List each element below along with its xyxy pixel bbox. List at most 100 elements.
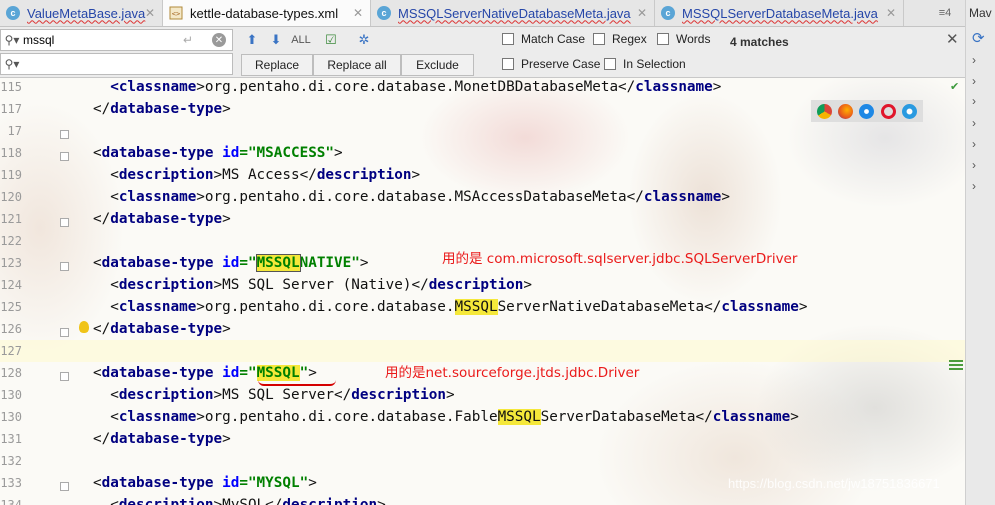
fold-marker-icon[interactable]	[60, 372, 69, 381]
code-token: >MS SQL Server</	[213, 387, 352, 403]
clear-search-icon[interactable]: ✕	[212, 33, 226, 47]
chevron-right-icon[interactable]: ›	[972, 53, 976, 67]
tab-valuemetabase[interactable]: c ValueMetaBase.java ✕	[0, 0, 163, 26]
close-tab-icon[interactable]: ✕	[886, 6, 896, 20]
code-line: <database-type id="MYSQL">	[93, 472, 317, 494]
fold-marker-icon[interactable]	[60, 482, 69, 491]
intention-bulb-icon[interactable]	[79, 321, 89, 333]
tab-mssqlservernativedatabasemeta[interactable]: c MSSQLServerNativeDatabaseMeta.java ✕	[371, 0, 655, 26]
code-token: classname	[635, 79, 713, 95]
chevron-right-icon[interactable]: ›	[972, 94, 976, 108]
replace-input[interactable]	[23, 57, 183, 71]
chevron-right-icon[interactable]: ›	[972, 158, 976, 172]
in-selection-option[interactable]: In Selection	[604, 57, 686, 71]
code-token: description	[118, 167, 214, 183]
chevron-right-icon[interactable]: ›	[972, 116, 976, 130]
fold-marker-icon[interactable]	[60, 262, 69, 271]
code-token: NATIVE"	[299, 255, 360, 271]
line-number: 123	[0, 256, 22, 270]
search-icon[interactable]: ⚲▾	[1, 57, 23, 71]
code-token: description	[428, 277, 524, 293]
tab-kettle-database-types[interactable]: <> kettle-database-types.xml ✕	[163, 0, 371, 26]
line-number: 130	[0, 410, 22, 424]
search-input[interactable]	[23, 33, 183, 47]
replace-all-button[interactable]: Replace all	[313, 54, 401, 76]
code-token: <	[93, 387, 119, 403]
code-line: <database-type id="MSACCESS">	[93, 142, 343, 164]
annotation-native-driver: 用的是 com.microsoft.sqlserver.jdbc.SQLServ…	[442, 251, 798, 267]
line-number: 122	[0, 234, 22, 248]
previous-occurrence-icon[interactable]: ⬆	[242, 30, 262, 50]
chevron-right-icon[interactable]: ›	[972, 179, 976, 193]
close-tab-icon[interactable]: ✕	[637, 6, 647, 20]
tab-label: ValueMetaBase.java	[27, 5, 146, 21]
java-class-icon: c	[661, 6, 675, 20]
in-selection-checkbox[interactable]	[604, 58, 616, 70]
java-class-icon: c	[6, 6, 20, 20]
code-token: <	[93, 189, 119, 205]
chevron-right-icon[interactable]: ›	[972, 137, 976, 151]
code-token: ="	[239, 255, 257, 271]
maven-panel-tab[interactable]: Mav	[966, 0, 995, 26]
next-occurrence-icon[interactable]: ⬇	[266, 30, 286, 50]
regex-checkbox[interactable]	[593, 33, 605, 45]
preserve-case-checkbox[interactable]	[502, 58, 514, 70]
code-token: </	[93, 431, 111, 447]
code-token: <	[93, 475, 102, 491]
safari-icon[interactable]	[859, 103, 875, 119]
fold-marker-icon[interactable]	[60, 328, 69, 337]
ie-icon[interactable]	[901, 103, 917, 119]
code-token: description	[118, 497, 214, 505]
code-token: classname	[118, 299, 197, 315]
close-tab-icon[interactable]: ✕	[353, 6, 363, 20]
search-icon[interactable]: ⚲▾	[1, 33, 23, 47]
words-checkbox[interactable]	[657, 33, 669, 45]
select-all-occurrences-icon[interactable]: ☑	[321, 30, 341, 50]
new-line-icon[interactable]: ↵	[183, 33, 201, 47]
close-find-icon[interactable]: ✕	[946, 30, 959, 48]
fold-marker-icon[interactable]	[60, 218, 69, 227]
browser-preview-toolbar	[811, 100, 923, 122]
replace-button[interactable]: Replace	[241, 54, 313, 76]
tab-label: MSSQLServerNativeDatabaseMeta.java	[398, 5, 631, 21]
code-token: MSSQL	[255, 254, 301, 272]
regex-option[interactable]: Regex	[593, 32, 647, 46]
match-marker-icon[interactable]	[949, 360, 963, 372]
find-all-icon[interactable]: ALL	[291, 30, 311, 50]
search-field: ⚲▾ ↵	[0, 29, 233, 51]
code-token: <	[93, 299, 119, 315]
filter-settings-icon[interactable]: ✲	[354, 30, 374, 50]
chrome-icon[interactable]	[817, 103, 833, 119]
code-token: MSSQL	[256, 365, 300, 381]
words-option[interactable]: Words	[657, 32, 710, 46]
code-editor[interactable]: 115 <classname>org.pentaho.di.core.datab…	[0, 78, 965, 505]
line-number: 118	[0, 146, 22, 160]
line-number: 124	[0, 278, 22, 292]
current-line-highlight	[0, 340, 965, 362]
xml-file-icon: <>	[169, 6, 183, 20]
opera-icon[interactable]	[880, 103, 896, 119]
line-number: 132	[0, 454, 22, 468]
exclude-button[interactable]: Exclude	[401, 54, 474, 76]
match-case-option[interactable]: Match Case	[502, 32, 585, 46]
firefox-icon[interactable]	[838, 103, 854, 119]
close-tab-icon[interactable]: ✕	[145, 6, 155, 20]
chevron-right-icon[interactable]: ›	[972, 74, 976, 88]
fold-marker-icon[interactable]	[60, 130, 69, 139]
match-case-checkbox[interactable]	[502, 33, 514, 45]
refresh-icon[interactable]: ⟳	[972, 29, 985, 47]
code-line: <database-type id="MSSQLNATIVE">	[93, 252, 368, 274]
tab-overflow-button[interactable]: ≡4	[930, 0, 960, 26]
code-token: description	[282, 497, 378, 505]
code-line: <description>MS SQL Server</description>	[93, 384, 454, 406]
line-number: 117	[0, 102, 22, 116]
fold-marker-icon[interactable]	[60, 152, 69, 161]
java-class-icon: c	[377, 6, 391, 20]
preserve-case-option[interactable]: Preserve Case	[502, 57, 600, 71]
code-token: >	[712, 79, 722, 95]
code-token: </	[93, 321, 111, 337]
tab-label: MSSQLServerDatabaseMeta.java	[682, 5, 878, 21]
code-token: >	[222, 321, 231, 337]
tab-mssqlserverdatabasemeta[interactable]: c MSSQLServerDatabaseMeta.java ✕	[655, 0, 904, 26]
